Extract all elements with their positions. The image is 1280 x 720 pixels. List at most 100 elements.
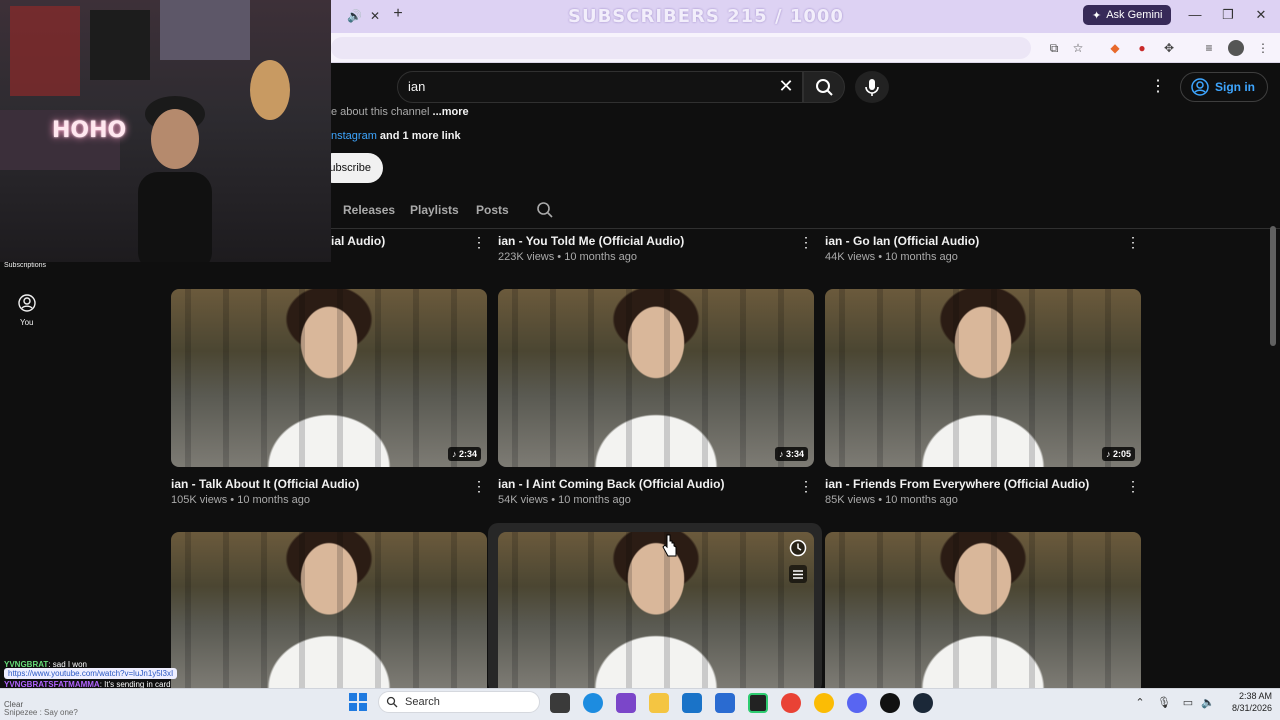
video-title[interactable]: ian - You Told Me (Official Audio) bbox=[498, 234, 684, 248]
video-meta: 105K views • 10 months ago bbox=[171, 494, 310, 506]
bookmark-star-icon[interactable]: ☆ bbox=[1070, 40, 1086, 56]
channel-about[interactable]: e about this channel ...more bbox=[331, 106, 469, 118]
video-meta: 54K views • 10 months ago bbox=[498, 494, 631, 506]
extension-badge-icon[interactable]: ● bbox=[1134, 40, 1150, 56]
video-title[interactable]: ian - Talk About It (Official Audio) bbox=[171, 477, 359, 491]
tray-overflow-icon[interactable]: ⌃ bbox=[1132, 695, 1148, 711]
channel-links[interactable]: nstagram and 1 more link bbox=[331, 130, 461, 142]
app-icon[interactable] bbox=[616, 693, 636, 713]
taskbar-search-input[interactable] bbox=[378, 691, 540, 713]
nav-you[interactable]: You bbox=[20, 318, 34, 327]
you-icon[interactable] bbox=[18, 294, 36, 312]
system-clock[interactable]: 2:38 AM 8/31/2026 bbox=[1222, 690, 1272, 714]
account-icon bbox=[1191, 78, 1209, 96]
video-title[interactable]: ian - Friends From Everywhere (Official … bbox=[825, 477, 1089, 491]
stream-chat-overlay: YVNGBRAT: sad I won https://www.youtube.… bbox=[0, 658, 330, 689]
windows-start-icon[interactable] bbox=[348, 692, 368, 712]
steam-icon[interactable] bbox=[913, 693, 933, 713]
extensions-puzzle-icon[interactable]: ✥ bbox=[1161, 40, 1177, 56]
about-more-link[interactable]: ...more bbox=[433, 106, 469, 118]
window-close-button[interactable]: ✕ bbox=[1252, 6, 1270, 24]
video-thumbnail[interactable] bbox=[498, 532, 814, 688]
video-menu-icon[interactable]: ⋮ bbox=[472, 477, 486, 495]
tab-playlists[interactable]: Playlists bbox=[410, 203, 459, 217]
obs-icon[interactable] bbox=[880, 693, 900, 713]
duration-badge: ♪ 2:05 bbox=[1101, 447, 1135, 461]
bg-app-icon[interactable] bbox=[748, 693, 768, 713]
about-text: e about this channel bbox=[331, 106, 430, 118]
video-menu-icon[interactable]: ⋮ bbox=[1126, 233, 1140, 251]
task-view-icon[interactable] bbox=[550, 693, 570, 713]
speaker-icon: 🔊 bbox=[347, 9, 362, 23]
ask-gemini-label: Ask Gemini bbox=[1106, 9, 1163, 21]
microphone-icon bbox=[865, 79, 879, 96]
settings-menu-icon[interactable]: ⋮ bbox=[1150, 78, 1166, 96]
mouse-cursor-icon bbox=[662, 534, 677, 557]
video-menu-icon[interactable]: ⋮ bbox=[799, 233, 813, 251]
media-control-icon[interactable]: ≡ bbox=[1201, 40, 1217, 56]
new-tab-button[interactable]: + bbox=[389, 5, 407, 23]
video-title[interactable]: ial Audio) bbox=[331, 234, 385, 248]
video-meta: 85K views • 10 months ago bbox=[825, 494, 958, 506]
chrome-icon[interactable] bbox=[781, 693, 801, 713]
microphone-tray-icon[interactable]: 🎙 bbox=[1156, 695, 1172, 711]
gemini-sparkle-icon: ✦ bbox=[1092, 9, 1102, 22]
taskbar-search-placeholder: Search bbox=[405, 696, 440, 708]
video-thumbnail[interactable]: ♪ 2:34 bbox=[171, 289, 487, 467]
search-clear-icon[interactable]: ✕ bbox=[776, 76, 796, 96]
profile-avatar[interactable] bbox=[1228, 40, 1244, 56]
edge-browser-icon[interactable] bbox=[583, 693, 603, 713]
maximize-button[interactable]: ❐ bbox=[1219, 6, 1237, 24]
duration-badge: ♪ 2:34 bbox=[447, 447, 481, 461]
add-to-queue-icon[interactable] bbox=[788, 564, 808, 584]
search-icon bbox=[386, 696, 398, 708]
volume-tray-icon[interactable]: 🔈 bbox=[1200, 695, 1216, 711]
sign-in-button[interactable]: Sign in bbox=[1180, 72, 1268, 102]
search-input[interactable] bbox=[397, 71, 803, 103]
channel-search-icon[interactable] bbox=[536, 201, 554, 219]
voice-search-button[interactable] bbox=[855, 71, 889, 103]
video-thumbnail[interactable]: ♪ 2:05 bbox=[825, 289, 1141, 467]
video-thumbnail[interactable]: ♪ 3:34 bbox=[498, 289, 814, 467]
browser-tab[interactable]: 🔊 ✕ bbox=[331, 4, 383, 28]
address-input[interactable] bbox=[331, 37, 1031, 59]
display-tray-icon[interactable]: ▭ bbox=[1180, 695, 1196, 711]
chrome-alt-icon[interactable] bbox=[814, 693, 834, 713]
discord-icon[interactable] bbox=[847, 693, 867, 713]
video-title[interactable]: ian - I Aint Coming Back (Official Audio… bbox=[498, 477, 724, 491]
store-icon[interactable] bbox=[715, 693, 735, 713]
tab-posts[interactable]: Posts bbox=[476, 203, 509, 217]
browser-menu-icon[interactable]: ⋮ bbox=[1255, 40, 1271, 56]
search-icon bbox=[816, 79, 833, 96]
install-app-icon[interactable]: ⧉ bbox=[1046, 40, 1062, 56]
page-scrollbar[interactable] bbox=[1270, 226, 1276, 346]
wall-poster bbox=[90, 10, 150, 80]
clock-time: 2:38 AM bbox=[1238, 691, 1272, 701]
instagram-link[interactable]: nstagram bbox=[331, 130, 377, 142]
tabs-divider bbox=[331, 228, 1280, 229]
minimize-button[interactable]: — bbox=[1186, 6, 1204, 24]
video-meta: 223K views • 10 months ago bbox=[498, 251, 637, 263]
chat-message: Snipezee : Say one? bbox=[4, 708, 78, 717]
video-title[interactable]: ian - Go Ian (Official Audio) bbox=[825, 234, 979, 248]
search-button[interactable] bbox=[803, 71, 845, 103]
subscriber-goal-overlay: SUBSCRIBERS 215 / 1000 bbox=[568, 6, 844, 27]
video-menu-icon[interactable]: ⋮ bbox=[799, 477, 813, 495]
video-meta: 44K views • 10 months ago bbox=[825, 251, 958, 263]
file-explorer-icon[interactable] bbox=[649, 693, 669, 713]
tab-close-button[interactable]: ✕ bbox=[370, 9, 380, 23]
nav-subscriptions[interactable]: Subscriptions bbox=[4, 262, 46, 269]
video-menu-icon[interactable]: ⋮ bbox=[1126, 477, 1140, 495]
watch-later-icon[interactable] bbox=[788, 538, 808, 558]
ask-gemini-button[interactable]: ✦ Ask Gemini bbox=[1083, 5, 1172, 25]
video-thumbnail[interactable] bbox=[825, 532, 1141, 688]
plush-toy bbox=[250, 60, 290, 120]
outlook-icon[interactable] bbox=[682, 693, 702, 713]
link-preview-url[interactable]: https://www.youtube.com/watch?v=luJn1y5l… bbox=[4, 668, 178, 679]
video-menu-icon[interactable]: ⋮ bbox=[472, 233, 486, 251]
extension-icon[interactable]: ◆ bbox=[1107, 40, 1123, 56]
neon-sign: HOHO bbox=[52, 118, 127, 143]
more-links-label[interactable]: and 1 more link bbox=[377, 130, 461, 142]
duration-badge: ♪ 3:34 bbox=[774, 447, 808, 461]
tab-releases[interactable]: Releases bbox=[343, 203, 395, 217]
